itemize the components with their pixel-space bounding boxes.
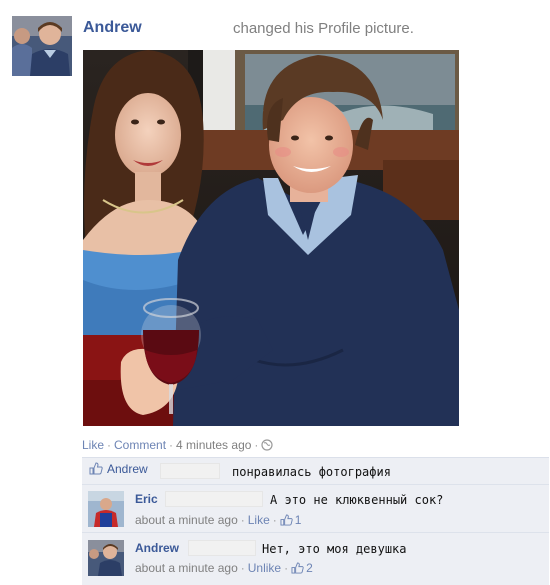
profile-photo[interactable] [83, 50, 459, 426]
separator-dot: · [240, 561, 245, 575]
separator-dot: · [107, 438, 112, 452]
like-link[interactable]: Like [82, 438, 104, 452]
redaction-box [188, 540, 256, 556]
separator-dot: · [284, 561, 289, 575]
commenter-name-link[interactable]: Andrew [135, 541, 179, 555]
thumbs-up-icon[interactable] [280, 514, 293, 529]
globe-icon[interactable] [261, 439, 274, 454]
separator-dot: · [169, 438, 174, 452]
liker-name-link[interactable]: Andrew [107, 462, 148, 476]
commenter-avatar[interactable] [88, 540, 124, 576]
comment-text: Нет, это моя девушка [262, 542, 407, 556]
comment-meta: about a minute ago · Like · 1 [135, 513, 301, 529]
comment-like-link[interactable]: Like [248, 513, 270, 527]
comment-link[interactable]: Comment [114, 438, 166, 452]
thumbs-up-icon [89, 462, 103, 478]
commenter-name-link[interactable]: Eric [135, 492, 158, 506]
profile-avatar[interactable] [12, 16, 72, 76]
story-time[interactable]: 4 minutes ago [176, 438, 251, 452]
author-name-link[interactable]: Andrew [83, 19, 142, 37]
redaction-box [160, 463, 220, 479]
thumbs-up-icon[interactable] [291, 562, 304, 577]
separator-dot: · [272, 513, 277, 527]
comment-unlike-link[interactable]: Unlike [248, 561, 281, 575]
comment-time[interactable]: about a minute ago [135, 513, 238, 527]
comment-meta: about a minute ago · Unlike · 2 [135, 561, 313, 577]
comment-like-count[interactable]: 2 [306, 561, 313, 575]
divider [82, 532, 549, 533]
comment-time[interactable]: about a minute ago [135, 561, 238, 575]
divider [82, 484, 549, 485]
comment-like-count[interactable]: 1 [295, 513, 302, 527]
commenter-avatar[interactable] [88, 491, 124, 527]
likes-text: понравилась фотография [232, 465, 391, 479]
story-action-text: changed his Profile picture. [233, 20, 414, 37]
separator-dot: · [254, 438, 259, 452]
likes-row: Andrew [89, 462, 148, 478]
comment-text: А это не клюквенный сок? [270, 493, 444, 507]
story-meta-row: Like · Comment · 4 minutes ago · [82, 438, 274, 454]
redaction-box [165, 491, 263, 507]
separator-dot: · [240, 513, 245, 527]
